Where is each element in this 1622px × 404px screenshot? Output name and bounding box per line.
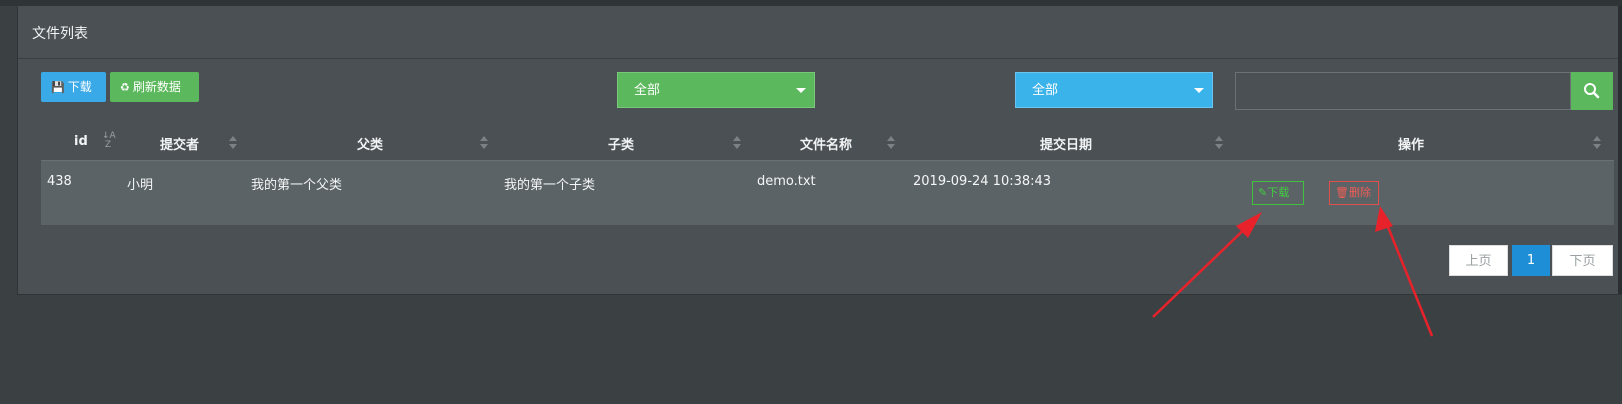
annotation-arrows — [1152, 206, 1434, 337]
arrow-to-delete — [1375, 206, 1434, 337]
arrow-to-download — [1152, 212, 1262, 318]
